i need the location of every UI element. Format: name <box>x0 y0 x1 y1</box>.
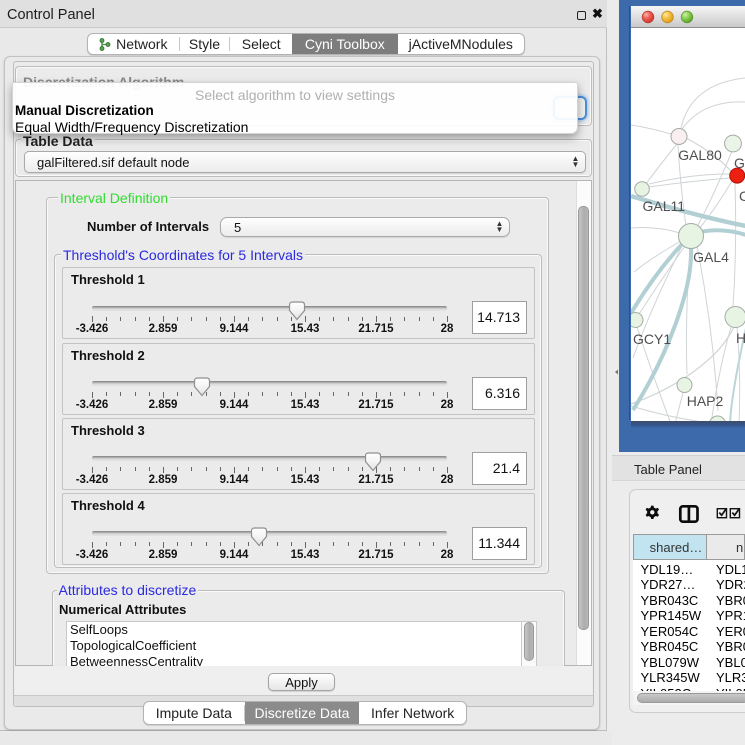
svg-text:HA: HA <box>736 330 745 346</box>
svg-text:HAP2: HAP2 <box>686 393 723 409</box>
svg-text:GAL4: GAL4 <box>693 249 729 265</box>
svg-text:C: C <box>739 188 745 204</box>
svg-text:GAL80: GAL80 <box>678 147 722 163</box>
svg-text:GAL11: GAL11 <box>642 198 685 214</box>
svg-text:GCY1: GCY1 <box>633 331 671 347</box>
svg-text:GA: GA <box>734 155 745 171</box>
